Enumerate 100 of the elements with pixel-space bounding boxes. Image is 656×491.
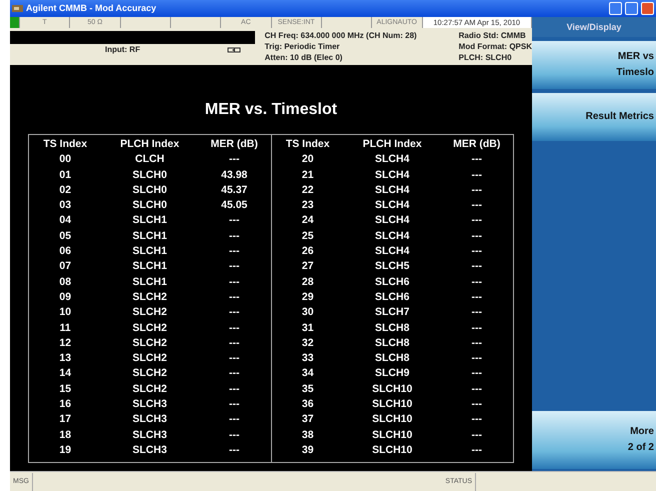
- table-cell-text: 45.05: [220, 198, 248, 214]
- table-cell-text: ---: [470, 228, 483, 244]
- settings-text: Atten: 10 dB (Elec 0): [264, 52, 344, 63]
- settings-text: Trig: Periodic Timer: [264, 41, 341, 52]
- table-cell-text: 09: [58, 290, 72, 305]
- table-cell-text: 12: [58, 336, 72, 351]
- table-cell-text: ---: [470, 442, 483, 458]
- table-cell-text: 20: [300, 152, 315, 168]
- table-cell-text: ---: [228, 244, 240, 260]
- table-cell-text: 29: [300, 290, 315, 305]
- table-cell-text: 38: [300, 428, 315, 443]
- table-cell-text: 17: [58, 412, 72, 428]
- table-cell-text: 01: [58, 168, 72, 183]
- table-cell-text: 26: [300, 244, 315, 260]
- table-cell-text: SLCH0: [132, 168, 168, 183]
- table-cell-text: 45.37: [220, 182, 248, 198]
- table-cell-text: 32: [300, 336, 315, 351]
- table-cell-text: SLCH8: [374, 351, 410, 366]
- table-cell-text: ---: [470, 320, 483, 336]
- table-cell-text: ---: [470, 244, 483, 260]
- loop-icon: [226, 46, 242, 54]
- table-cell-text: SLCH10: [371, 397, 414, 412]
- column-header: TS Index: [284, 137, 331, 152]
- close-button[interactable]: [641, 2, 654, 15]
- column-header: MER (dB): [210, 137, 259, 152]
- table-cell-text: ---: [228, 382, 240, 397]
- table-cell-text: ---: [470, 351, 483, 366]
- table-cell-text: SLCH4: [374, 152, 410, 168]
- column-header: PLCH Index: [362, 137, 423, 152]
- table-cell-text: SLCH4: [374, 168, 410, 183]
- table-cell-text: SLCH2: [132, 305, 168, 320]
- table-cell-text: SLCH2: [132, 351, 168, 366]
- table-cell-text: ---: [470, 168, 483, 183]
- table-cell-text: 14: [58, 366, 72, 382]
- table-cell-text: SLCH0: [132, 182, 168, 198]
- table-cell-text: 37: [300, 412, 315, 428]
- table-cell-text: ---: [228, 442, 240, 458]
- table-cell-text: 39: [300, 442, 315, 458]
- app-icon: [12, 4, 23, 13]
- table-cell-text: ---: [228, 320, 240, 336]
- table-cell-text: SLCH10: [371, 412, 414, 428]
- table-cell-text: ---: [228, 305, 240, 320]
- table-cell-text: SLCH4: [374, 228, 410, 244]
- table-cell-text: 27: [300, 259, 315, 274]
- table-cell-text: ---: [228, 228, 240, 244]
- more-softkey[interactable]: More 2 of 2: [532, 411, 656, 469]
- table-cell-text: 30: [300, 305, 315, 320]
- column-header: TS Index: [42, 137, 88, 152]
- table-cell-text: SLCH1: [132, 274, 168, 290]
- table-cell-text: SLCH1: [132, 213, 168, 228]
- column-header: PLCH Index: [119, 137, 180, 152]
- table-cell-text: SLCH2: [132, 290, 168, 305]
- table-cell-text: ---: [470, 428, 483, 443]
- table-cell-text: 22: [300, 182, 315, 198]
- table-cell-text: SLCH4: [374, 244, 410, 260]
- table-cell-text: 24: [300, 213, 315, 228]
- table-cell-text: 31: [300, 320, 315, 336]
- settings-text: Radio Std: CMMB: [458, 30, 527, 41]
- table-cell-text: SLCH3: [132, 412, 168, 428]
- table-cell-text: 36: [300, 397, 315, 412]
- led-indicator: [10, 17, 20, 28]
- table-cell-text: ---: [470, 366, 483, 382]
- table-cell-text: SLCH9: [374, 366, 410, 382]
- table-cell-text: SLCH6: [374, 290, 410, 305]
- table-cell-text: 05: [58, 228, 72, 244]
- table-cell-text: SLCH4: [374, 182, 410, 198]
- table-cell-text: ---: [470, 412, 483, 428]
- table-cell-text: 04: [58, 213, 72, 228]
- table-cell-text: SLCH2: [132, 382, 168, 397]
- table-cell-text: SLCH5: [374, 259, 410, 274]
- softkey[interactable]: Result Metrics: [532, 93, 656, 141]
- table-cell-text: SLCH1: [132, 228, 168, 244]
- table-cell-text: ---: [470, 198, 483, 214]
- softkey[interactable]: MER vs Timeslo: [532, 41, 656, 89]
- table-cell-text: SLCH7: [374, 305, 410, 320]
- table-cell-text: 28: [300, 274, 315, 290]
- table-cell-text: SLCH0: [132, 198, 168, 214]
- table-cell-text: ---: [228, 213, 240, 228]
- settings-text: PLCH: SLCH0: [458, 52, 513, 63]
- table-cell-text: ---: [228, 428, 240, 443]
- result-title: MER vs. Timeslot: [204, 100, 338, 120]
- column-header: MER (dB): [452, 137, 502, 152]
- table-cell-text: SLCH8: [374, 320, 410, 336]
- table-cell-text: SLCH4: [374, 198, 410, 214]
- table-cell-text: 16: [58, 397, 72, 412]
- menu-title: View/Display: [532, 17, 656, 37]
- table-cell-text: ---: [228, 397, 240, 412]
- table-cell-text: 35: [300, 382, 315, 397]
- settings-text: CH Freq: 634.000 000 MHz (CH Num: 28): [264, 30, 415, 41]
- table-cell-text: SLCH4: [374, 213, 410, 228]
- table-cell-text: ---: [470, 336, 483, 351]
- table-cell-text: ---: [470, 305, 483, 320]
- table-cell-text: 25: [300, 228, 315, 244]
- input-label: Input: RF: [105, 44, 140, 56]
- table-cell-text: 00: [58, 152, 72, 168]
- minimize-button[interactable]: [609, 2, 622, 15]
- table-cell-text: ---: [228, 366, 240, 382]
- settings-text: Mod Format: QPSK: [458, 41, 532, 52]
- maximize-button[interactable]: [625, 2, 638, 15]
- table-cell-text: 19: [58, 442, 72, 458]
